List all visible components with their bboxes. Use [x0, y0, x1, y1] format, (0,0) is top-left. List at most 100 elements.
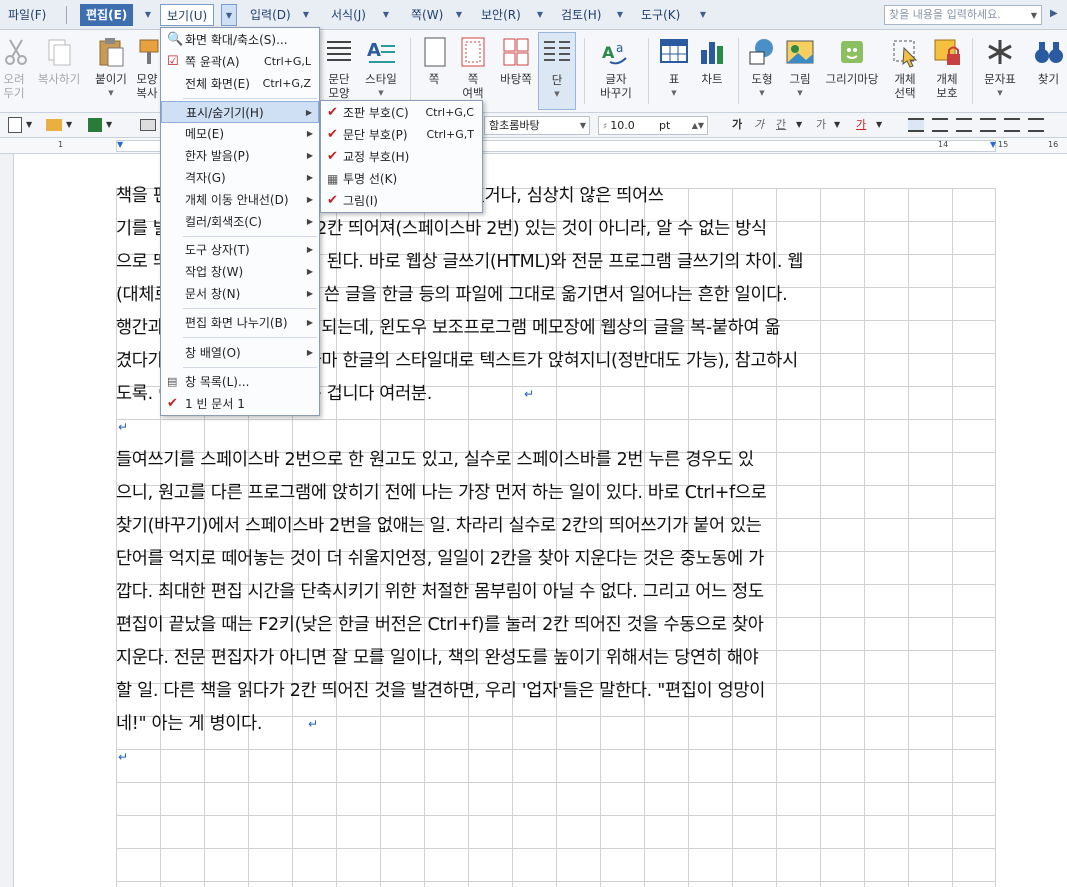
- font-color-button[interactable]: 가: [856, 116, 866, 134]
- menu-page[interactable]: 쪽(W): [405, 4, 449, 26]
- menu-item-toolbox[interactable]: 도구 상자(T) ▶: [161, 239, 319, 261]
- chevron-down-icon[interactable]: ▼: [106, 116, 112, 134]
- strikeout-button[interactable]: 가: [816, 116, 826, 134]
- chevron-down-icon[interactable]: ▼: [221, 4, 237, 26]
- cut-button[interactable]: 오려 두기: [0, 32, 28, 110]
- chevron-down-icon[interactable]: ▼: [978, 86, 1022, 100]
- font-select[interactable]: 함초롬바탕 ▼: [484, 116, 590, 135]
- chevron-down-icon[interactable]: ▼: [140, 4, 156, 26]
- menu-input[interactable]: 입력(D): [244, 4, 297, 26]
- menu-item-object-guide[interactable]: 개체 이동 안내선(D) ▶: [161, 189, 319, 211]
- search-input[interactable]: 찾을 내용을 입력하세요. ▼: [884, 5, 1042, 25]
- chevron-down-icon[interactable]: ▼: [298, 4, 314, 26]
- style-button[interactable]: A 스타일 ▼: [360, 32, 402, 110]
- paragraph-shape-button[interactable]: 문단 모양: [322, 32, 356, 110]
- vertical-ruler[interactable]: [0, 154, 14, 887]
- object-protect-button[interactable]: 개체 보호: [926, 32, 968, 110]
- chevron-down-icon[interactable]: ▼: [539, 87, 575, 101]
- search-placeholder: 찾을 내용을 입력하세요.: [889, 8, 1001, 21]
- chevron-down-icon[interactable]: ▼: [1031, 7, 1037, 25]
- shape-copy-button[interactable]: 모양 복사: [134, 32, 160, 110]
- align-split-icon[interactable]: [1028, 118, 1044, 132]
- submenu-item-paragraph-marks[interactable]: ✔ 문단 부호(P) Ctrl+G,T: [321, 124, 482, 146]
- gallery-button[interactable]: 그리기마당: [820, 32, 884, 110]
- menu-item-page-summary[interactable]: ☑ 쪽 윤곽(A) Ctrl+G,L: [161, 51, 319, 73]
- save-icon[interactable]: [88, 118, 102, 132]
- menu-item-grid[interactable]: 격자(G) ▶: [161, 167, 319, 189]
- chevron-down-icon[interactable]: ▼: [451, 4, 467, 26]
- chevron-down-icon[interactable]: ▼: [782, 86, 818, 100]
- menu-format[interactable]: 서식(J): [325, 4, 372, 26]
- overflow-icon[interactable]: ▶: [1050, 8, 1058, 19]
- chevron-down-icon[interactable]: ▼: [90, 86, 132, 100]
- grid-icon: ▦: [327, 172, 339, 186]
- chevron-down-icon[interactable]: ▼: [612, 4, 628, 26]
- new-doc-icon[interactable]: [8, 117, 22, 133]
- page-margin-button[interactable]: 쪽 여백: [454, 32, 492, 110]
- table-button[interactable]: 표 ▼: [656, 32, 692, 110]
- print-icon[interactable]: [140, 119, 156, 131]
- menu-security[interactable]: 보안(R): [475, 4, 527, 26]
- chevron-down-icon[interactable]: ▼: [378, 4, 394, 26]
- menu-item-split[interactable]: 편집 화면 나누기(B) ▶: [161, 312, 319, 334]
- underline-button[interactable]: 간: [776, 116, 786, 134]
- bold-button[interactable]: 가: [732, 116, 742, 134]
- indent-marker[interactable]: ▼: [117, 140, 123, 149]
- align-justify-icon[interactable]: [908, 118, 924, 132]
- copy-button[interactable]: 복사하기: [30, 32, 88, 110]
- replace-char-button[interactable]: Aa 글자 바꾸기: [592, 32, 640, 110]
- paste-button[interactable]: 붙이기 ▼: [90, 32, 132, 110]
- menu-item-color-gray[interactable]: 컬러/회색조(C) ▶: [161, 211, 319, 233]
- menu-item-zoom[interactable]: 🔍 화면 확대/축소(S)...: [161, 29, 319, 51]
- submenu-item-transparent-lines[interactable]: ▦ 투명 선(K): [321, 168, 482, 190]
- submenu-item-proof-marks[interactable]: ✔ 교정 부호(H): [321, 146, 482, 168]
- picture-button[interactable]: 그림 ▼: [782, 32, 818, 110]
- menu-item-work-window[interactable]: 작업 창(W) ▶: [161, 261, 319, 283]
- align-left-icon[interactable]: [932, 118, 948, 132]
- menu-item-arrange[interactable]: 창 배열(O) ▶: [161, 342, 319, 364]
- chevron-down-icon[interactable]: ▼: [695, 4, 711, 26]
- menu-item-fullscreen[interactable]: 전체 화면(E) Ctrl+G,Z: [161, 73, 319, 95]
- column-button[interactable]: 단 ▼: [538, 32, 576, 110]
- align-right-icon[interactable]: [980, 118, 996, 132]
- find-button[interactable]: 찾기: [1030, 32, 1067, 110]
- align-distribute-icon[interactable]: [1004, 118, 1020, 132]
- menu-separator: [183, 236, 317, 237]
- align-center-icon[interactable]: [956, 118, 972, 132]
- menu-edit[interactable]: 편집(E): [80, 4, 134, 26]
- chevron-down-icon[interactable]: ▼: [360, 86, 402, 100]
- chevron-down-icon[interactable]: ▼: [796, 116, 802, 134]
- menu-item-show-hide[interactable]: 표시/숨기기(H) ▶: [161, 101, 319, 123]
- open-folder-icon[interactable]: [46, 119, 62, 131]
- right-indent-marker[interactable]: ▼: [990, 140, 996, 149]
- italic-button[interactable]: 가: [754, 116, 764, 134]
- menu-file[interactable]: 파일(F): [2, 4, 52, 26]
- chevron-down-icon[interactable]: ▼: [580, 117, 586, 134]
- menu-view[interactable]: 보기(U): [160, 4, 215, 26]
- submenu-item-picture[interactable]: ✔ 그림(I): [321, 190, 482, 212]
- menu-review[interactable]: 검토(H): [555, 4, 607, 26]
- object-select-button[interactable]: 개체 선택: [886, 32, 924, 110]
- shape-button[interactable]: 도형 ▼: [744, 32, 780, 110]
- chevron-down-icon[interactable]: ▼: [744, 86, 780, 100]
- menu-item-doc-window[interactable]: 문서 창(N) ▶: [161, 283, 319, 305]
- chevron-down-icon[interactable]: ▼: [876, 116, 882, 134]
- font-size-select[interactable]: ♯ 10.0 pt ▲▼: [598, 116, 708, 135]
- menu-item-document-1[interactable]: ✔ 1 빈 문서 1: [161, 393, 319, 415]
- menu-tools[interactable]: 도구(K): [635, 4, 686, 26]
- spinner-icon[interactable]: ▲▼: [692, 117, 704, 134]
- menu-item-hanja[interactable]: 한자 발음(P) ▶: [161, 145, 319, 167]
- char-table-button[interactable]: 문자표 ▼: [978, 32, 1022, 110]
- chevron-down-icon[interactable]: ▼: [834, 116, 840, 134]
- lock-icon: [931, 36, 963, 68]
- chevron-down-icon[interactable]: ▼: [66, 116, 72, 134]
- chevron-down-icon[interactable]: ▼: [26, 116, 32, 134]
- submenu-item-layout-marks[interactable]: ✔ 조판 부호(C) Ctrl+G,C: [321, 102, 482, 124]
- chevron-down-icon[interactable]: ▼: [532, 4, 548, 26]
- page-button[interactable]: 쪽: [416, 32, 452, 110]
- master-page-button[interactable]: 바탕쪽: [496, 32, 536, 110]
- chart-button[interactable]: 차트: [694, 32, 730, 110]
- chevron-down-icon[interactable]: ▼: [656, 86, 692, 100]
- menu-item-memo[interactable]: 메모(E) ▶: [161, 123, 319, 145]
- menu-item-window-list[interactable]: ▤ 창 목록(L)...: [161, 371, 319, 393]
